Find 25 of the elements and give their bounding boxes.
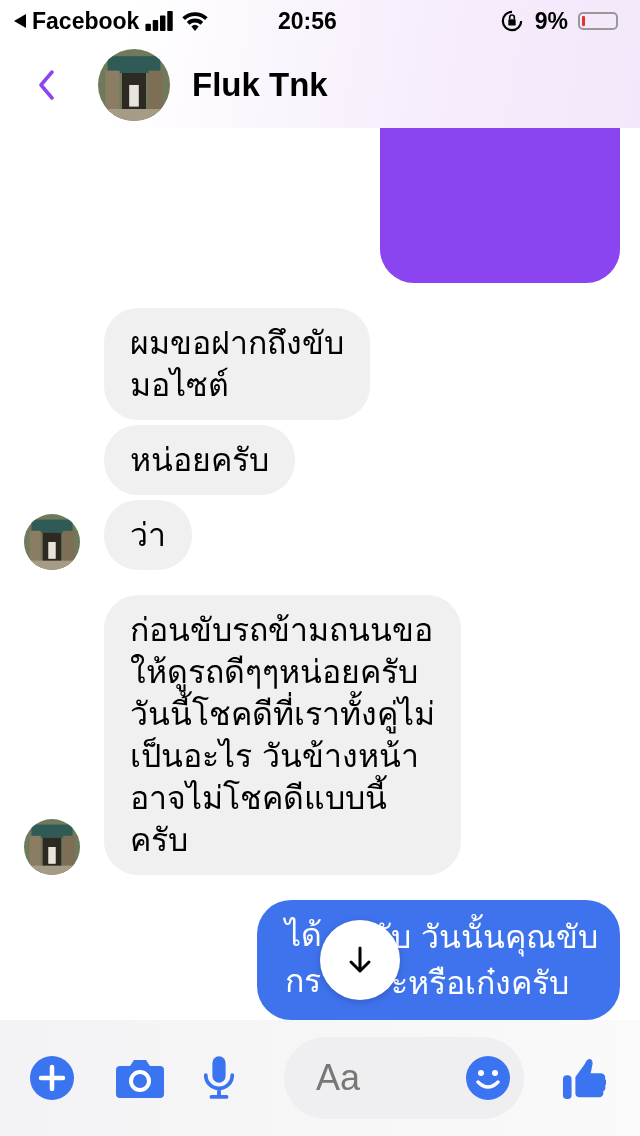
avatar xyxy=(24,514,80,570)
back-arrow-icon[interactable] xyxy=(14,14,26,28)
avatar xyxy=(24,819,80,875)
plus-icon[interactable] xyxy=(30,1056,74,1100)
message-bubble: ผมขอฝากถึงขับ มอไซต์ xyxy=(104,308,370,420)
back-chevron-icon[interactable] xyxy=(38,70,54,100)
message-text: กร xyxy=(284,961,322,1002)
microphone-icon[interactable] xyxy=(202,1056,236,1100)
back-app-label[interactable]: Facebook xyxy=(32,7,140,35)
camera-icon[interactable] xyxy=(116,1058,164,1098)
rotation-lock-icon xyxy=(500,10,523,32)
battery-icon xyxy=(578,12,618,30)
message-input[interactable]: Aa xyxy=(314,1056,466,1100)
emoji-icon[interactable] xyxy=(466,1056,510,1100)
message-text: ะหรือเก๋งครับ xyxy=(389,963,569,1004)
message-bubble: ก่อนขับรถข้ามถนนขอ ให้ดูรถดีๆๆหน่อยครับ วันนี้โชคดีที่เราทั้งคู่ไม่ เป็นอะไร วันข้างหน้า อาจไม่โชคดีแบบนี้ ครับ xyxy=(104,595,461,875)
battery-percent: 9% xyxy=(534,7,568,35)
message-bubble: ว่า xyxy=(104,500,192,570)
message-bubble: หน่อยครับ xyxy=(104,425,295,495)
message-field[interactable]: Aa xyxy=(284,1037,524,1119)
wifi-icon xyxy=(181,11,210,31)
message-text: ได้ xyxy=(284,915,323,956)
contact-name[interactable]: Fluk Tnk xyxy=(192,66,328,104)
signal-icon xyxy=(145,11,176,31)
status-time: 20:56 xyxy=(278,7,337,35)
